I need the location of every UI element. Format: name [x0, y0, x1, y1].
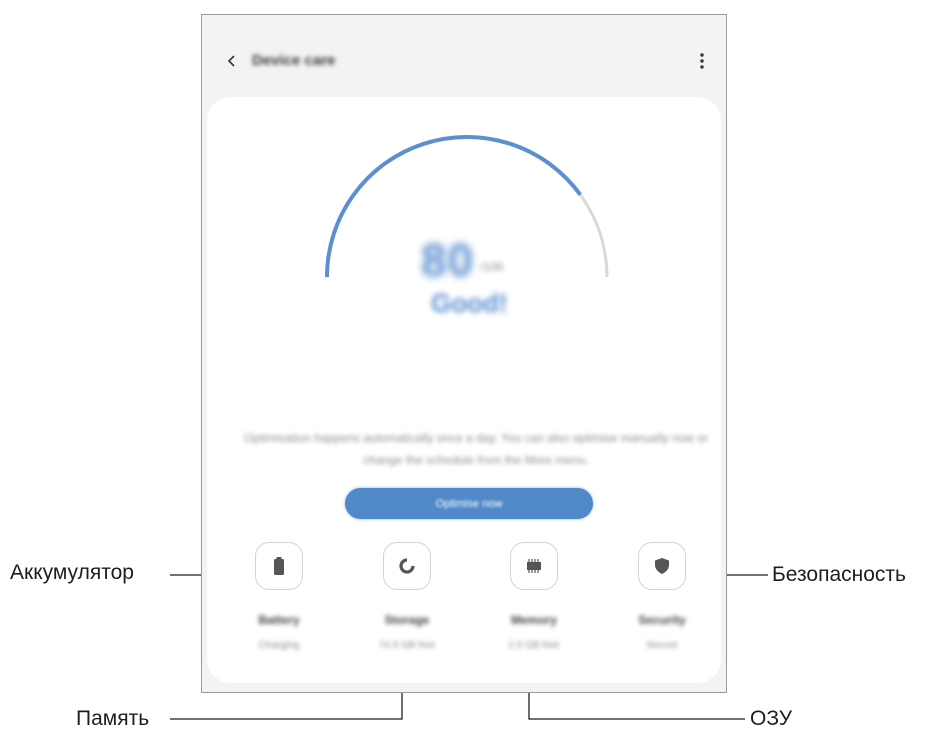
optimise-now-label: Optimise now [435, 497, 503, 510]
score-value: 80 [421, 234, 475, 286]
security-status: Secure [646, 640, 678, 651]
page-title: Device care [252, 52, 336, 69]
annotation-storage: Память [76, 707, 150, 730]
storage-label: Storage [384, 613, 430, 627]
app-bar: Device care [202, 15, 726, 97]
optimisation-description: Optimisation happens automatically once … [243, 431, 709, 467]
device-care-card: 80 /100 Good! Optimisation happens autom… [207, 97, 721, 683]
storage-pie-icon [399, 558, 415, 574]
battery-button[interactable] [255, 542, 303, 590]
security-label: Security [638, 613, 686, 627]
battery-item[interactable]: Battery Charging [234, 542, 324, 672]
annotation-security: Безопасность [772, 563, 906, 586]
chevron-left-icon[interactable] [220, 49, 244, 73]
battery-icon [274, 557, 284, 575]
memory-chip-icon [527, 559, 541, 573]
storage-button[interactable] [383, 542, 431, 590]
annotation-memory: ОЗУ [750, 707, 793, 730]
memory-free: 2.5 GB free [508, 640, 560, 651]
more-vertical-icon[interactable] [690, 49, 714, 73]
annotation-battery: Аккумулятор [10, 561, 134, 584]
storage-free: 74.9 GB free [378, 640, 436, 651]
battery-status: Charging [258, 640, 300, 651]
battery-label: Battery [258, 613, 300, 627]
shield-icon [655, 558, 669, 574]
score-unit: /100 [480, 260, 504, 274]
memory-button[interactable] [510, 542, 558, 590]
security-button[interactable] [638, 542, 686, 590]
device-care-screen: Device care 80 /100 Good! Optimisation h… [201, 14, 727, 693]
security-item[interactable]: Security Secure [617, 542, 707, 672]
score-status: Good! [431, 288, 508, 318]
storage-item[interactable]: Storage 74.9 GB free [362, 542, 452, 672]
memory-item[interactable]: Memory 2.5 GB free [489, 542, 579, 672]
memory-label: Memory [510, 613, 557, 627]
optimise-now-button[interactable]: Optimise now [345, 488, 593, 519]
